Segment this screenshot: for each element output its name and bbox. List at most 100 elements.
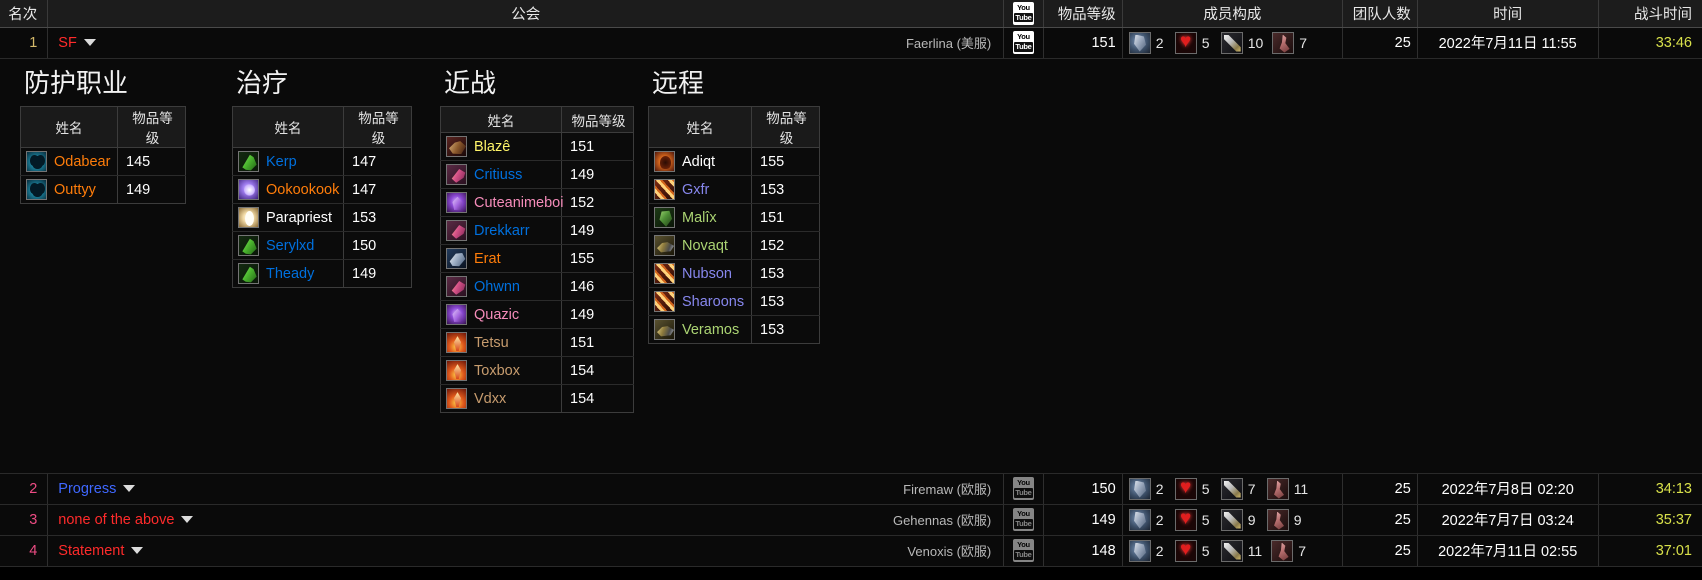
- roster-player-name-cell: Erat: [440, 244, 562, 274]
- youtube-icon-bottom: Tube: [1013, 12, 1033, 23]
- player-name-label[interactable]: Novaqt: [682, 238, 728, 254]
- roster-row: Ohwnn 146: [440, 272, 634, 302]
- duration-value: 33:46: [1655, 34, 1692, 51]
- guild-link-group[interactable]: Statement: [58, 536, 144, 566]
- player-name-label[interactable]: Theady: [266, 266, 314, 282]
- warlock-icon: [654, 291, 675, 313]
- player-name-label[interactable]: Blazê: [474, 139, 510, 155]
- player-name-label[interactable]: Tetsu: [474, 335, 509, 351]
- ranged-role-icon: [1272, 31, 1295, 54]
- table-row[interactable]: 4StatementVenoxis (欧服)YouTube14825117252…: [0, 535, 1702, 567]
- header-ilvl[interactable]: 物品等级: [1043, 0, 1123, 28]
- guild-link-group[interactable]: none of the above: [58, 505, 194, 535]
- retribution-paladin-icon: [446, 192, 467, 214]
- player-name-label[interactable]: Odabear: [54, 154, 110, 170]
- player-name-label[interactable]: Drekkarr: [474, 223, 530, 239]
- chevron-down-icon[interactable]: [123, 485, 136, 492]
- player-name-label[interactable]: Erat: [474, 251, 501, 267]
- youtube-icon-top: You: [1017, 509, 1030, 518]
- youtube-icon[interactable]: You Tube: [1012, 31, 1034, 54]
- chevron-down-icon[interactable]: [181, 516, 194, 523]
- roster-group-3: 远程 姓名 物品等级 Adiqt 155 Gxfr 153 Malîx 151 Novaqt 152…: [648, 65, 848, 345]
- player-name: Sharoons: [654, 291, 746, 313]
- player-name: Odabear: [26, 151, 112, 173]
- healer-role-icon: [1174, 31, 1197, 54]
- player-name-label[interactable]: Adiqt: [682, 154, 715, 170]
- player-name-label[interactable]: Nubson: [682, 266, 732, 282]
- header-rank[interactable]: 名次: [0, 0, 49, 28]
- restoration-shaman-icon: [238, 235, 259, 257]
- roster-header-ilvl[interactable]: 物品等级: [343, 106, 412, 149]
- roster-player-name-cell: Toxbox: [440, 356, 562, 386]
- chevron-down-icon[interactable]: [131, 547, 144, 554]
- guild-cell: none of the above Gehennas (欧服): [47, 504, 1005, 536]
- roster-row: Veramos 153: [648, 315, 820, 344]
- table-row[interactable]: 3 none of the above Gehennas (欧服) You Tube 14…: [0, 504, 1702, 536]
- roster-header-name[interactable]: 姓名: [440, 106, 562, 134]
- composition-ranged: 11: [1266, 477, 1308, 500]
- composition-tanks-count: 2: [1155, 34, 1164, 51]
- roster-header-ilvl[interactable]: 物品等级: [117, 106, 186, 149]
- player-name: Tetsu: [446, 332, 556, 354]
- youtube-icon[interactable]: You Tube: [1012, 508, 1034, 531]
- header-time[interactable]: 时间: [1417, 0, 1599, 28]
- guild-name[interactable]: none of the above: [58, 512, 174, 528]
- player-name-label[interactable]: Toxbox: [474, 363, 520, 379]
- player-name: Nubson: [654, 263, 746, 285]
- header-guild[interactable]: 公会: [47, 0, 1005, 28]
- player-name-label[interactable]: Critiuss: [474, 167, 522, 183]
- warrior-icon: [446, 388, 467, 410]
- header-duration[interactable]: 战斗时间: [1598, 0, 1702, 28]
- roster-header-row: 姓名 物品等级: [440, 106, 634, 134]
- table-row[interactable]: 1SFFaerlina (美服)YouTube15125107252022年7月…: [0, 27, 1702, 59]
- player-name: Erat: [446, 248, 556, 270]
- composition-healers: 5: [1174, 477, 1212, 500]
- marksmanship-hunter-icon: [654, 235, 675, 257]
- player-name-label[interactable]: Cuteanimeboi: [474, 195, 563, 211]
- player-name-label[interactable]: Outtyy: [54, 182, 96, 198]
- roster-player-ilvl: 155: [561, 244, 634, 274]
- player-name-label[interactable]: Kerp: [266, 154, 297, 170]
- player-name-label[interactable]: Quazic: [474, 307, 519, 323]
- roster-header-name[interactable]: 姓名: [20, 106, 118, 149]
- youtube-icon[interactable]: You Tube: [1012, 477, 1034, 500]
- player-name-label[interactable]: Malîx: [682, 210, 717, 226]
- youtube-icon[interactable]: You Tube: [1012, 539, 1034, 562]
- table-row[interactable]: 2ProgressFiremaw (欧服)YouTube150257112520…: [0, 473, 1702, 505]
- composition-tanks: 2: [1128, 477, 1166, 500]
- ilvl-value: 149: [1091, 511, 1116, 528]
- guild-link-group[interactable]: Progress: [58, 474, 136, 504]
- video-cell: You Tube: [1003, 27, 1044, 59]
- player-name: Quazic: [446, 304, 556, 326]
- composition-melee: 11: [1220, 539, 1262, 562]
- header-raid-size[interactable]: 团队人数: [1342, 0, 1418, 28]
- guild-name[interactable]: Progress: [58, 481, 116, 497]
- guild-link-group[interactable]: SF: [58, 28, 96, 58]
- roster-header-name[interactable]: 姓名: [648, 106, 752, 149]
- time-cell: 2022年7月8日 02:20: [1417, 473, 1599, 505]
- player-name-label[interactable]: Sharoons: [682, 294, 744, 310]
- player-name-label[interactable]: Serylxd: [266, 238, 314, 254]
- roster-header-ilvl[interactable]: 物品等级: [561, 106, 634, 134]
- composition-melee: 10: [1220, 31, 1263, 54]
- player-name-label[interactable]: Ookookook: [266, 182, 339, 198]
- roster-player-name-cell: Novaqt: [648, 231, 752, 261]
- chevron-down-icon[interactable]: [83, 39, 96, 46]
- roster-header-name[interactable]: 姓名: [232, 106, 344, 149]
- roster-row: Parapriest 153: [232, 203, 412, 233]
- roster-header-ilvl[interactable]: 物品等级: [751, 106, 820, 149]
- guild-name[interactable]: SF: [58, 35, 77, 51]
- player-name-label[interactable]: Parapriest: [266, 210, 332, 226]
- roster-row: Kerp 147: [232, 147, 412, 177]
- player-name: Theady: [238, 263, 338, 285]
- player-name-label[interactable]: Gxfr: [682, 182, 709, 198]
- roster-player-name-cell: Critiuss: [440, 160, 562, 190]
- player-name-label[interactable]: Ohwnn: [474, 279, 520, 295]
- player-name-label[interactable]: Veramos: [682, 322, 739, 338]
- roster-player-ilvl: 152: [751, 231, 820, 261]
- bear-form-icon: [26, 151, 47, 173]
- header-video: You Tube: [1003, 0, 1044, 28]
- roster-group-1: 治疗 姓名 物品等级 Kerp 147 Ookookook 147 Parapriest 153…: [232, 65, 440, 289]
- guild-name[interactable]: Statement: [58, 543, 124, 559]
- player-name-label[interactable]: Vdxx: [474, 391, 506, 407]
